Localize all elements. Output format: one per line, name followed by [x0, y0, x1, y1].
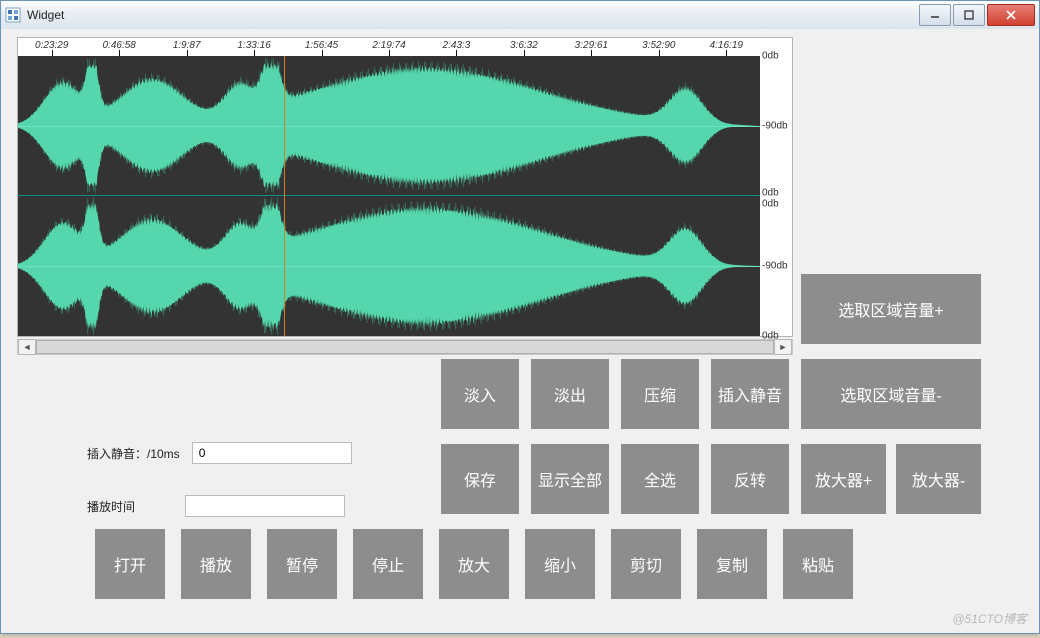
client-area: 0:23:290:46:581:9:871:33:161:56:452:19:7… [1, 29, 1039, 633]
waveform-viewport[interactable]: 0:23:290:46:581:9:871:33:161:56:452:19:7… [17, 37, 793, 337]
window-controls [917, 4, 1035, 26]
playhead-cursor[interactable] [284, 56, 285, 336]
fade-in-button[interactable]: 淡入 [441, 359, 519, 429]
copy-button[interactable]: 复制 [697, 529, 767, 599]
scroll-right-icon[interactable]: ► [774, 339, 792, 355]
db-label: 0db [762, 188, 779, 199]
app-icon [5, 7, 21, 23]
time-ruler: 0:23:290:46:581:9:871:33:161:56:452:19:7… [18, 38, 760, 57]
paste-button[interactable]: 粘贴 [783, 529, 853, 599]
minimize-button[interactable] [919, 4, 951, 26]
horizontal-scrollbar[interactable]: ◄ ► [17, 339, 793, 355]
cut-button[interactable]: 剪切 [611, 529, 681, 599]
db-label: 0db [762, 199, 779, 210]
db-scale: 0db -90db 0db 0db -90db 0db [760, 56, 792, 336]
open-button[interactable]: 打开 [95, 529, 165, 599]
db-label: 0db [762, 51, 779, 62]
zoom-out-button[interactable]: 缩小 [525, 529, 595, 599]
play-button[interactable]: 播放 [181, 529, 251, 599]
waveform-tracks[interactable] [18, 56, 760, 336]
select-all-button[interactable]: 全选 [621, 444, 699, 514]
window-title: Widget [27, 8, 64, 22]
app-window: Widget 0:23:290:46:581:9:871:33:161:56:4… [0, 0, 1040, 634]
compress-button[interactable]: 压缩 [621, 359, 699, 429]
invert-button[interactable]: 反转 [711, 444, 789, 514]
db-label: -90db [762, 261, 788, 272]
scroll-left-icon[interactable]: ◄ [18, 339, 36, 355]
pause-button[interactable]: 暂停 [267, 529, 337, 599]
amplifier-up-button[interactable]: 放大器+ [801, 444, 886, 514]
volume-down-selection-button[interactable]: 选取区域音量- [801, 359, 981, 429]
scrollbar-thumb[interactable] [36, 340, 774, 354]
play-time-input[interactable] [185, 495, 345, 517]
close-button[interactable] [987, 4, 1035, 26]
volume-up-selection-button[interactable]: 选取区域音量+ [801, 274, 981, 344]
insert-silence-row: 插入静音：/10ms [87, 442, 352, 464]
show-all-button[interactable]: 显示全部 [531, 444, 609, 514]
waveform-channel-right [18, 196, 760, 336]
db-label: -90db [762, 121, 788, 132]
insert-silence-input[interactable] [192, 442, 352, 464]
amplifier-down-button[interactable]: 放大器- [896, 444, 981, 514]
stop-button[interactable]: 停止 [353, 529, 423, 599]
waveform-panel: 0:23:290:46:581:9:871:33:161:56:452:19:7… [17, 37, 793, 355]
insert-silence-button[interactable]: 插入静音 [711, 359, 789, 429]
titlebar[interactable]: Widget [1, 1, 1039, 30]
zoom-in-button[interactable]: 放大 [439, 529, 509, 599]
play-time-label: 播放时间 [87, 498, 135, 515]
play-time-row: 播放时间 [87, 495, 345, 517]
fade-out-button[interactable]: 淡出 [531, 359, 609, 429]
waveform-channel-left [18, 56, 760, 196]
watermark-text: @51CTO博客 [952, 610, 1027, 627]
maximize-button[interactable] [953, 4, 985, 26]
save-button[interactable]: 保存 [441, 444, 519, 514]
insert-silence-label: 插入静音：/10ms [87, 445, 180, 462]
